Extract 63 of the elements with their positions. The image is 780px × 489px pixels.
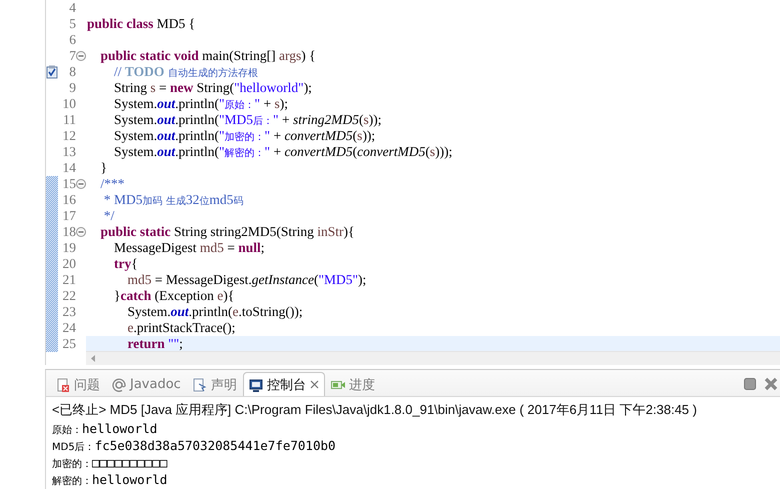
line-number: 4	[68, 0, 76, 16]
line-number: 22	[62, 288, 76, 304]
line-number: 6	[68, 32, 76, 48]
line-number: 19	[62, 240, 76, 256]
code-line: System.out.println(e.toString());	[126, 304, 303, 319]
fold-toggle-icon[interactable]	[76, 179, 86, 189]
code-line: e.printStackTrace();	[126, 320, 236, 335]
code-line: MessageDigest md5 = null;	[113, 240, 265, 255]
line-number: 16	[62, 192, 76, 208]
console-tab[interactable]: 问题	[50, 372, 106, 396]
line-number: 12	[62, 128, 76, 144]
code-line: md5 = MessageDigest.getInstance("MD5");	[126, 272, 366, 287]
fold-toggle-icon[interactable]	[76, 227, 86, 237]
code-line: System.out.println("加密的：" + convertMD5(s));	[113, 128, 376, 143]
line-number: 11	[62, 112, 76, 128]
line-number: 9	[68, 80, 76, 96]
line-number: 25	[62, 336, 76, 352]
code-line: System.out.println("MD5后：" + string2MD5(s));	[113, 112, 382, 127]
line-number: 18	[62, 224, 76, 240]
line-number: 15	[62, 176, 76, 192]
line-number: 13	[62, 144, 76, 160]
line-number: 10	[62, 96, 76, 112]
code-line: }catch (Exception e){	[113, 288, 234, 303]
document-pointer-icon	[192, 378, 207, 392]
code-line: }	[100, 160, 107, 175]
line-number: 17	[62, 208, 76, 224]
line-number: 23	[62, 304, 76, 320]
remove-all-icon[interactable]	[764, 377, 778, 391]
terminate-icon[interactable]	[744, 378, 756, 390]
console-output-line: 加密的：□□□□□□□□□□	[51, 455, 168, 472]
line-number: 5	[68, 16, 76, 32]
line-number: 21	[62, 272, 76, 288]
code-line: System.out.println("解密的：" + convertMD5(convertMD5(s)));	[113, 144, 452, 159]
code-line: /***	[100, 176, 125, 191]
line-number: 7	[68, 48, 76, 64]
code-line: try{	[113, 256, 138, 271]
fold-toggle-icon[interactable]	[76, 51, 86, 61]
at-sign-icon	[112, 378, 126, 392]
code-line: return "";	[126, 336, 183, 351]
code-line: // TODO 自动生成的方法存根	[113, 64, 258, 79]
console-tab[interactable]: Javadoc	[106, 372, 187, 396]
error-document-icon	[56, 378, 70, 392]
monitor-icon	[248, 378, 263, 392]
close-icon[interactable]	[310, 380, 319, 389]
console-output-line: 解密的：helloworld	[51, 472, 168, 489]
console-tab[interactable]: 声明	[186, 372, 243, 396]
line-number: 14	[62, 160, 76, 176]
code-line: */	[102, 208, 114, 223]
code-line: public static String string2MD5(String inStr){	[100, 224, 355, 239]
code-line: String s = new String("helloworld");	[113, 80, 312, 95]
code-line: * MD5加码 生成32位md5码	[102, 192, 244, 207]
code-line: public class MD5 {	[87, 16, 196, 31]
console-header: <已终止> MD5 [Java 应用程序] C:\Program Files\Java\jdk1.8.0_91\bin\javaw.exe ( 2017年6月11日 下午2:38:45 )	[51, 401, 698, 419]
task-icon[interactable]	[46, 65, 58, 79]
code-line: System.out.println("原始：" + s);	[113, 96, 288, 111]
console-tab[interactable]: 进度	[324, 372, 381, 396]
console-output-line: MD5后：fc5e038d38a57032085441e7fe7010b0	[51, 438, 337, 455]
console-output-line: 原始：helloworld	[51, 421, 158, 438]
code-line: public static void main(String[] args) {	[100, 48, 316, 63]
line-number: 20	[62, 256, 76, 272]
line-number: 24	[62, 320, 76, 336]
console-tab[interactable]: 控制台	[242, 372, 325, 396]
line-number: 8	[68, 64, 76, 80]
